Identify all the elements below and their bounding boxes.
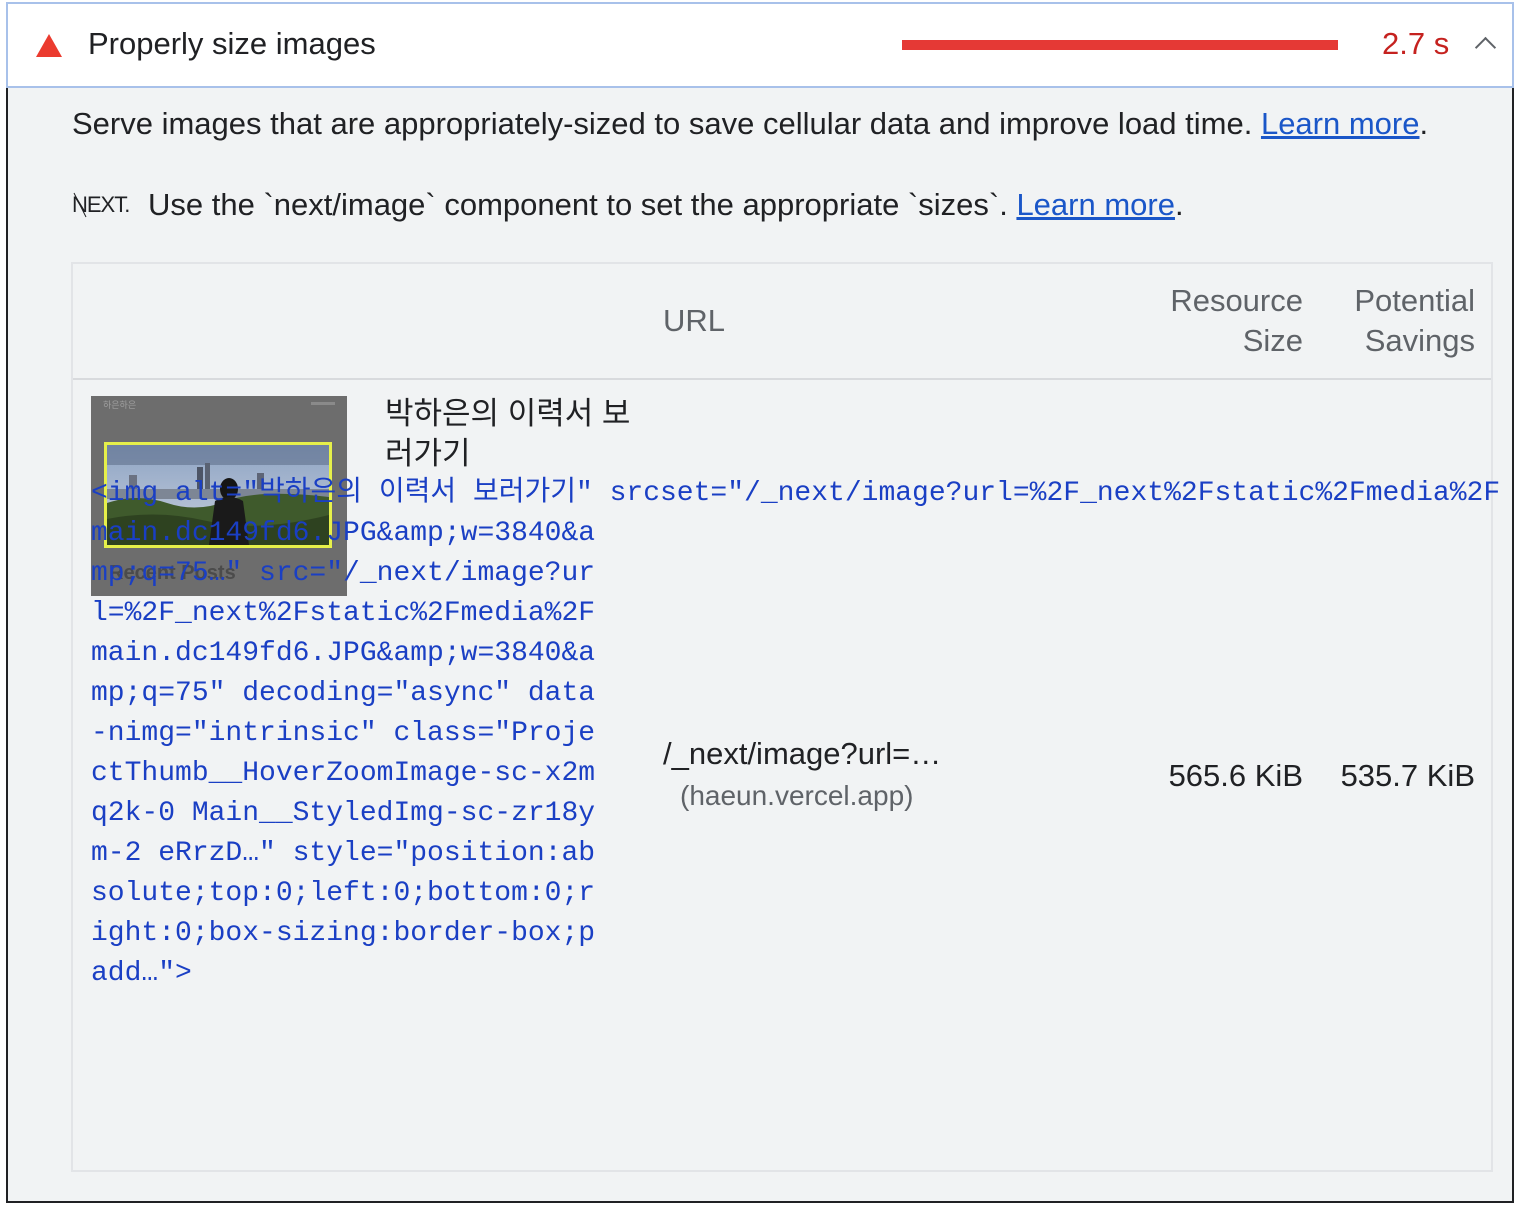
snippet-line: q2k-0 Main__StyledImg-sc-zr18y	[91, 798, 596, 829]
thumbnail-logo: 하은하은	[103, 400, 137, 410]
chevron-up-icon[interactable]	[1474, 36, 1497, 59]
snippet-line: -nimg="intrinsic" class="Proje	[91, 718, 596, 749]
audit-title: Properly size images	[88, 26, 376, 61]
snippet-line: ctThumb__HoverZoomImage-sc-x2m	[91, 758, 596, 789]
audit-description: Serve images that are appropriately-size…	[72, 106, 1428, 142]
learn-more-link[interactable]: Learn more	[1261, 106, 1420, 141]
snippet-line: solute;top:0;left:0;bottom:0;r	[91, 878, 596, 909]
header-potential-savings: Potential Savings	[1354, 283, 1475, 358]
snippet-line: mp;q=75" decoding="async" data	[91, 678, 596, 709]
warning-triangle-icon	[36, 34, 62, 57]
audit-header[interactable]: Properly size images 2.7 s	[6, 2, 1514, 88]
snippet-line: m-2 eRrzD…" style="position:ab	[91, 838, 596, 869]
audit-metric: 2.7 s	[1382, 26, 1450, 61]
description-text: Serve images that are appropriately-size…	[72, 106, 1261, 141]
snippet-line: ight:0;box-sizing:border-box;p	[91, 918, 596, 949]
snippet-line: <img alt="박하은의 이력서 보러가기" srcset="/_next/…	[91, 478, 1501, 509]
menu-icon	[311, 402, 335, 405]
stack-learn-more-link[interactable]: Learn more	[1016, 187, 1175, 222]
nextjs-logo-text: NEXT.	[72, 192, 129, 217]
table-header: URL Resource Size Potential Savings	[73, 264, 1491, 380]
snippet-line: mp;q=75…" src="/_next/image?ur	[91, 558, 596, 589]
header-resource-size: Resource Size	[1170, 283, 1303, 358]
stack-pack-text: Use the `next/image` component to set th…	[148, 187, 1017, 222]
stack-pack-tail: .	[1174, 187, 1184, 222]
snippet-line: l=%2F_next%2Fstatic%2Fmedia%2F	[91, 598, 596, 629]
resource-size-value: 565.6 KiB	[1168, 758, 1303, 793]
details-table: URL Resource Size Potential Savings 하은하은	[71, 262, 1501, 1172]
stack-pack-row: NEXT. Use the `next/image` component to …	[72, 187, 1184, 223]
potential-savings-value: 535.7 KiB	[1340, 758, 1475, 793]
snippet-line: main.dc149fd6.JPG&amp;w=3840&a	[91, 638, 596, 669]
resource-host: (haeun.vercel.app)	[680, 780, 914, 811]
node-snippet[interactable]: <img alt="박하은의 이력서 보러가기" srcset="/_next/…	[91, 474, 1501, 994]
resource-url[interactable]: /_next/image?url=…	[663, 736, 941, 772]
description-tail: .	[1419, 106, 1429, 141]
metric-bar	[902, 40, 1338, 50]
header-url: URL	[663, 303, 726, 338]
snippet-line: main.dc149fd6.JPG&amp;w=3840&a	[91, 518, 596, 549]
node-label: 박하은의 이력서 보러가기	[385, 396, 631, 471]
snippet-line: add…">	[91, 958, 192, 989]
nextjs-logo-icon: NEXT.	[72, 192, 130, 218]
